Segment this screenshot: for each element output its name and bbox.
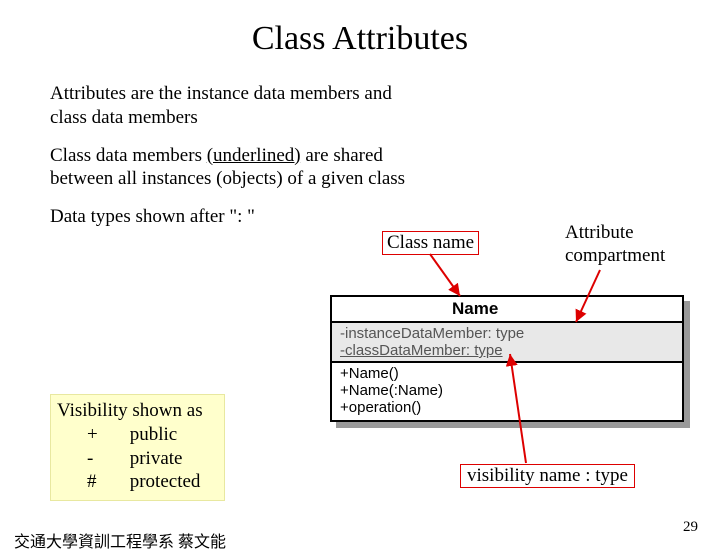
cdm-underlined: (underlined): [207, 145, 301, 166]
uml-attr-row: -instanceDataMember: type: [340, 325, 674, 342]
table-row: + public: [57, 423, 214, 447]
visibility-heading: Visibility shown as: [57, 399, 214, 423]
intro-paragraph: Attributes are the instance data members…: [50, 82, 420, 130]
data-types-paragraph: Data types shown after ": ": [50, 205, 320, 229]
attr-comp-l1: Attribute: [565, 222, 634, 243]
uml-op-row: +Name(): [340, 365, 674, 382]
class-name-label: Class name: [382, 231, 479, 255]
uml-name-compartment: Name: [332, 297, 682, 323]
uml-attribute-compartment: -instanceDataMember: type -classDataMemb…: [332, 323, 682, 363]
visibility-symbol: -: [57, 447, 108, 471]
visibility-name: private: [108, 447, 215, 471]
uml-operation-compartment: +Name() +Name(:Name) +operation(): [332, 363, 682, 420]
uml-attr-row-underlined: -classDataMember: type: [340, 342, 674, 359]
class-data-members-paragraph: Class data members (underlined) are shar…: [50, 144, 410, 192]
attr-comp-l2: compartment: [565, 245, 665, 266]
attribute-compartment-label: Attribute compartment: [565, 222, 665, 268]
cdm-text-a: Class data members: [50, 145, 207, 166]
uml-class-box: Name -instanceDataMember: type -classDat…: [330, 295, 684, 422]
visibility-name-type-label: visibility name : type: [460, 464, 635, 488]
table-row: - private: [57, 447, 214, 471]
table-row: # protected: [57, 470, 214, 494]
visibility-symbol: #: [57, 470, 108, 494]
visibility-name: protected: [108, 470, 215, 494]
slide-footer: 交通大學資訓工程學系 蔡文能: [14, 528, 226, 552]
uml-op-row: +operation(): [340, 399, 674, 416]
visibility-table: + public - private # protected: [57, 423, 214, 494]
uml-op-row: +Name(:Name): [340, 382, 674, 399]
visibility-name: public: [108, 423, 215, 447]
visibility-box: Visibility shown as + public - private #…: [50, 394, 225, 501]
page-number: 29: [683, 519, 698, 536]
slide-title: Class Attributes: [0, 20, 720, 58]
visibility-symbol: +: [57, 423, 108, 447]
